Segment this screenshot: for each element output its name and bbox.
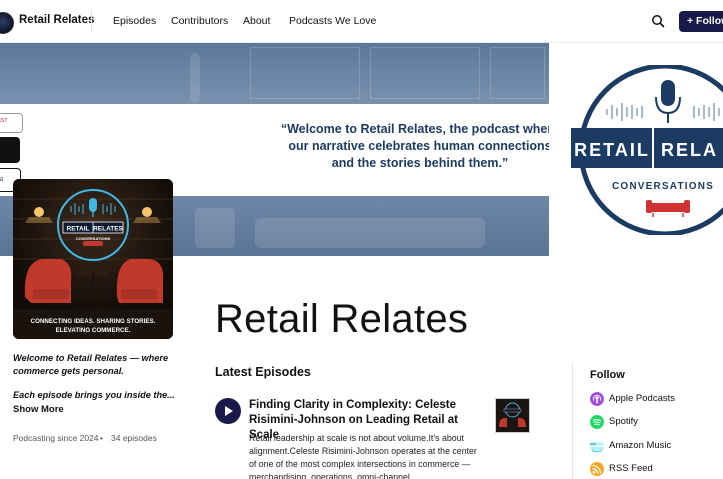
cover-tagline-line1: CONNECTING IDEAS. SHARING STORIES. [31,318,156,325]
plant-silhouette [190,53,200,103]
follow-label: Spotify [609,416,639,427]
episode-thumbnail[interactable] [495,398,530,433]
podcast-title: Retail Relates [215,297,469,341]
search-icon[interactable] [651,14,665,28]
podcast-description: Welcome to Retail Relates — where commer… [13,353,169,376]
banner-window [370,47,480,99]
podcast-cover-art: RETAIL RELATES CONVERSATIONS CONNECTING … [13,179,173,339]
logo-word-retail: RETAIL [574,140,650,160]
apple-podcasts-icon [590,392,604,406]
show-more-button[interactable]: Show More [13,404,64,415]
cover-brand-sub: CONVERSATIONS [76,236,111,241]
amazon-music-icon [590,442,604,452]
nav-divider [91,10,92,32]
banner-window [250,47,360,99]
banner-quote: “Welcome to Retail Relates, the podcast … [280,122,549,170]
episode-description: Retail leadership at scale is not about … [249,433,477,479]
podcast-logo-icon[interactable] [0,12,14,34]
retail-relates-logo: RETAIL RELA CONVERSATIONS [571,65,723,235]
latest-episodes-heading: Latest Episodes [215,365,311,379]
logo-sub: CONVERSATIONS [612,181,714,192]
nav-link-contributors[interactable]: Contributors [171,15,228,27]
cover-brand-left: RETAIL [67,226,90,233]
follow-label: RSS Feed [609,463,653,474]
episode-count: 34 episodes [111,433,157,443]
play-episode-button[interactable] [215,398,241,424]
site-title[interactable]: Retail Relates [19,14,94,26]
follow-button[interactable]: + Follow [679,11,723,32]
sofa-silhouette [255,218,485,248]
spotify-icon [590,415,604,429]
cover-brand-right: RELATES [93,226,124,233]
follow-label: Apple Podcasts [609,393,676,404]
nav-link-podcasts-we-love[interactable]: Podcasts We Love [289,15,376,27]
rss-icon [590,462,604,476]
plant-silhouette [195,208,235,248]
nav-link-about[interactable]: About [243,15,270,27]
follow-label: Amazon Music [609,440,672,451]
podcasting-since: Podcasting since 2024 [13,433,99,443]
listen-badge[interactable]: CAST [0,113,23,133]
meta-separator: • [100,433,103,443]
logo-word-relates: RELA [661,140,718,160]
podcast-description-more: Each episode brings you inside the... [13,390,175,400]
banner-window [490,47,545,99]
follow-heading: Follow [590,369,625,381]
cover-tagline-line2: ELEVATING COMMERCE. [56,327,131,334]
listen-badge-dark[interactable] [0,137,20,163]
top-nav: Retail Relates Episodes Contributors Abo… [0,0,723,43]
nav-link-episodes[interactable]: Episodes [113,15,156,27]
